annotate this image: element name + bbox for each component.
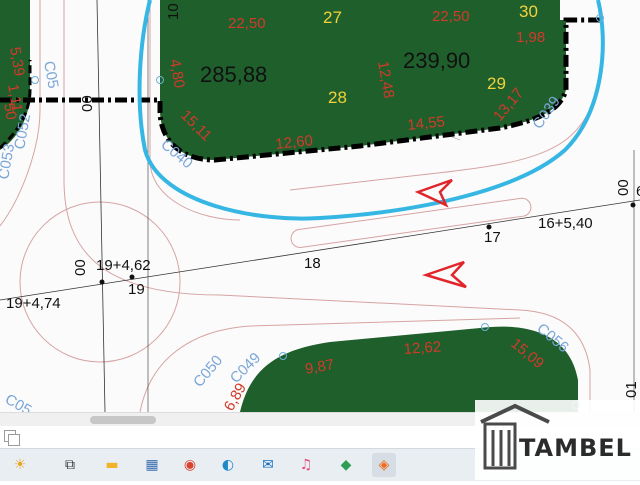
station-offset: 01: [623, 381, 640, 398]
lot-number-29: 29: [487, 74, 506, 93]
dimension-label: 22,50: [228, 15, 266, 32]
outlook-icon[interactable]: ✉: [256, 453, 280, 477]
calculator-icon[interactable]: ▦: [140, 453, 164, 477]
edge-icon[interactable]: ◐: [216, 453, 240, 477]
area-label-left: 285,88: [200, 62, 267, 87]
dimension-label: 22,50: [432, 8, 470, 25]
station-label: 16+5,40: [538, 215, 593, 232]
station-label: 19+4,74: [6, 295, 61, 312]
lot-number-28: 28: [328, 88, 347, 107]
lot-number-30: 30: [519, 2, 538, 21]
maps-icon[interactable]: ◆: [334, 453, 358, 477]
station-offset: 00: [79, 95, 96, 112]
dimension-label: 1,98: [516, 29, 545, 46]
station-offset: 10: [165, 3, 182, 20]
widgets-icon[interactable]: ☀: [8, 453, 32, 477]
music-icon[interactable]: ♫: [294, 453, 318, 477]
dimension-label: 12,62: [403, 338, 442, 358]
map-canvas[interactable]: 285,88 239,90 27 28 29 30 22,50 22,50 1,…: [0, 0, 640, 412]
file-explorer-icon[interactable]: ▬: [100, 453, 124, 477]
station-offset: 00: [615, 179, 632, 196]
area-label-right: 239,90: [403, 48, 470, 73]
lot-number-27: 27: [323, 8, 342, 27]
point-label: 18: [304, 255, 321, 272]
brand-logo: TAMBEL: [475, 400, 640, 480]
point-label: 17: [484, 229, 501, 246]
station-offset: 6: [636, 183, 640, 200]
station-label: 19+4,62: [96, 257, 151, 274]
brand-logo-text: TAMBEL: [519, 434, 632, 462]
point-label: 19: [128, 281, 145, 298]
scrollbar-thumb[interactable]: [90, 416, 156, 424]
copy-icon[interactable]: [4, 430, 20, 446]
active-app-icon[interactable]: ◈: [372, 453, 396, 477]
station-offset: 00: [72, 259, 89, 276]
chrome-icon[interactable]: ◉: [178, 453, 202, 477]
task-view-icon[interactable]: ⧉: [58, 453, 82, 477]
